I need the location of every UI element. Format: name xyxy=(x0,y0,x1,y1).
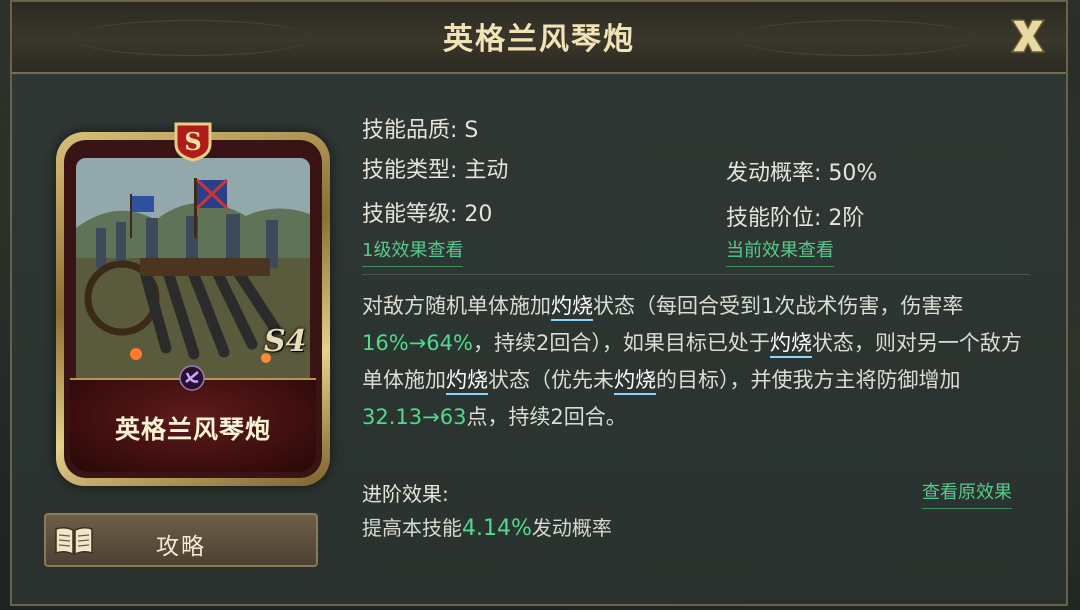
faction-emblem-icon xyxy=(179,365,205,391)
skill-quality: 技能品质: S xyxy=(362,118,479,143)
skill-type: 技能类型: 主动 xyxy=(362,158,509,183)
view-current-effect-link[interactable]: 当前效果查看 xyxy=(726,236,834,267)
divider xyxy=(362,274,1030,275)
card-frame: 英格兰风琴炮 xyxy=(56,132,330,486)
close-button[interactable] xyxy=(1000,8,1056,64)
skill-card: 英格兰风琴炮 S S4 xyxy=(56,120,330,486)
card-level-mark: S4 xyxy=(264,324,307,359)
close-icon xyxy=(1010,19,1046,53)
skill-description: 对敌方随机单体施加灼烧状态（每回合受到1次战术伤害，伤害率16%→64%，持续2… xyxy=(362,294,1022,429)
skill-trigger-rate: 发动概率: 50% xyxy=(726,161,878,186)
view-original-effect-link[interactable]: 查看原效果 xyxy=(922,478,1012,509)
card-name-plate: 英格兰风琴炮 xyxy=(70,378,316,472)
keyword-burn[interactable]: 灼烧 xyxy=(446,368,488,395)
svg-text:S: S xyxy=(184,127,201,156)
keyword-burn[interactable]: 灼烧 xyxy=(551,294,593,321)
guide-button-label: 攻略 xyxy=(156,534,206,560)
quality-s-badge-icon: S xyxy=(174,122,212,162)
skill-level: 技能等级: 20 xyxy=(362,202,493,227)
card-name: 英格兰风琴炮 xyxy=(114,415,271,444)
advanced-effect-title: 进阶效果: xyxy=(362,482,449,506)
skill-tier: 技能阶位: 2阶 xyxy=(726,206,865,231)
advanced-effect-value: 4.14% xyxy=(462,516,532,541)
view-level1-effect-link[interactable]: 1级效果查看 xyxy=(362,236,464,267)
damage-rate-value: 16%→64% xyxy=(362,331,473,355)
defense-increase-value: 32.13→63 xyxy=(362,405,467,429)
title-bar: 英格兰风琴炮 xyxy=(12,2,1066,74)
guide-button[interactable]: 攻略 xyxy=(44,513,318,567)
keyword-burn[interactable]: 灼烧 xyxy=(614,368,656,395)
dialog-title: 英格兰风琴炮 xyxy=(443,22,635,57)
keyword-burn[interactable]: 灼烧 xyxy=(769,331,812,358)
advanced-effect-text: 提高本技能4.14%发动概率 xyxy=(362,516,612,541)
